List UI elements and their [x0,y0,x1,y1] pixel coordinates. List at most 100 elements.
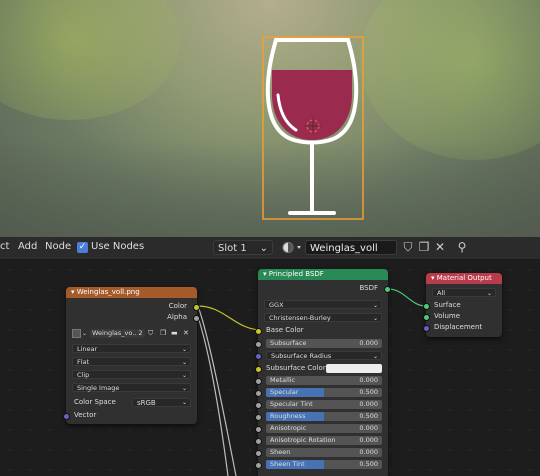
socket-vector-in[interactable] [63,413,70,420]
slot-dropdown[interactable]: Slot 1 ⌄ [213,240,273,255]
socket-color-out[interactable] [193,304,200,311]
color-space-row: Color Space sRGB ⌄ [66,397,197,408]
socket-anisotropic-rotation-in[interactable] [255,438,262,445]
input-volume: Volume [423,311,502,322]
output-color: Color [66,301,200,312]
close-icon[interactable]: ✕ [183,328,189,339]
output-target-dropdown[interactable]: All ⌄ [432,288,496,297]
subsurface-method-dropdown[interactable]: Christensen-Burley ⌄ [264,313,382,322]
socket-specular-in[interactable] [255,390,262,397]
field-label: Roughness [270,412,306,420]
close-icon[interactable]: ✕ [433,240,447,254]
extension-dropdown[interactable]: Clip ⌄ [72,370,191,379]
socket-subsurface-radius-in[interactable] [255,353,262,360]
duplicate-icon[interactable]: ❐ [417,240,431,254]
menu-node[interactable]: Node [45,241,71,252]
input-specular: Specular 0.500 [255,387,388,398]
node-editor-canvas[interactable]: ▾ Weinglas_voll.png Color Alpha ⌄ Weingl… [0,260,540,476]
field-value: 0.000 [359,436,378,444]
input-vector: Vector [63,410,197,421]
field-value: 0.500 [359,412,378,420]
use-nodes-label: Use Nodes [91,241,145,252]
wine-glass-object[interactable] [0,0,540,237]
shield-icon[interactable]: ⛉ [401,240,415,254]
subsurface-color-swatch[interactable] [326,364,382,373]
material-name-field[interactable]: Weinglas_voll [305,240,397,255]
pin-icon[interactable]: ⚲ [455,240,469,254]
input-roughness: Roughness 0.500 [255,411,388,422]
input-sheen-tint: Sheen Tint 0.500 [255,459,388,470]
image-node-title[interactable]: ▾ Weinglas_voll.png [66,287,197,298]
image-icon[interactable] [72,329,81,338]
image-name-field[interactable]: Weinglas_vo... [90,329,136,338]
socket-roughness-in[interactable] [255,414,262,421]
socket-bsdf-out[interactable] [384,286,391,293]
chevron-down-icon: ⌄ [372,302,378,309]
socket-sheen-in[interactable] [255,450,262,457]
image-texture-node[interactable]: ▾ Weinglas_voll.png Color Alpha ⌄ Weingl… [63,287,200,424]
chevron-down-icon: ⌄ [259,243,268,254]
chevron-down-icon: ⌄ [372,353,378,360]
users-count[interactable]: 2 [136,329,145,338]
output-alpha: Alpha [66,312,200,323]
folder-icon[interactable]: ▬ [171,328,178,339]
socket-surface-in[interactable] [423,303,430,310]
color-space-dropdown[interactable]: sRGB ⌄ [132,398,191,407]
sheen-tint-field[interactable]: Sheen Tint 0.500 [266,460,382,469]
shield-icon[interactable]: ⛉ [148,328,153,339]
input-base-color: Base Color [255,325,388,336]
subsurface-radius-dropdown[interactable]: Subsurface Radius ⌄ [266,351,382,360]
bsdf-node-title[interactable]: ▾ Principled BSDF [258,269,388,280]
socket-volume-in[interactable] [423,314,430,321]
field-value: 0.000 [359,400,378,408]
field-value: 0.500 [359,388,378,396]
specular-field[interactable]: Specular 0.500 [266,388,382,397]
principled-bsdf-node[interactable]: ▾ Principled BSDF BSDF GGX ⌄ Christensen-… [255,269,391,476]
sheen-field[interactable]: Sheen 0.000 [266,448,382,457]
socket-subsurface-color-in[interactable] [255,366,262,373]
menu-add[interactable]: Add [18,241,37,252]
socket-sheen-tint-in[interactable] [255,462,262,469]
socket-subsurface-in[interactable] [255,341,262,348]
use-nodes-checkbox[interactable]: ✓ [77,242,88,253]
input-metallic: Metallic 0.000 [255,375,388,386]
metallic-field[interactable]: Metallic 0.000 [266,376,382,385]
output-node-title[interactable]: ▾ Material Output [426,273,502,284]
field-label: Specular Tint [270,400,313,408]
input-anisotropic-rotation: Anisotropic Rotation 0.000 [255,435,388,446]
material-browse-button[interactable] [280,240,304,255]
field-value: 0.500 [359,460,378,468]
source-dropdown[interactable]: Single Image ⌄ [72,383,191,392]
socket-alpha-out[interactable] [193,315,200,322]
field-label: Specular [270,388,299,396]
3d-viewport[interactable] [0,0,540,237]
socket-specular-tint-in[interactable] [255,402,262,409]
field-label: Anisotropic [270,424,307,432]
material-output-node[interactable]: ▾ Material Output All ⌄ Surface Volume Di… [423,273,502,337]
chevron-down-icon: ⌄ [181,399,187,406]
output-bsdf: BSDF [258,283,391,294]
roughness-field[interactable]: Roughness 0.500 [266,412,382,421]
socket-base-color-in[interactable] [255,328,262,335]
interpolation-dropdown[interactable]: Linear ⌄ [72,344,191,353]
field-label: Sheen [270,448,291,456]
chevron-down-icon: ⌄ [181,359,187,366]
input-surface: Surface [423,300,502,311]
input-specular-tint: Specular Tint 0.000 [255,399,388,410]
chevron-down-icon: ⌄ [486,290,492,297]
socket-displacement-in[interactable] [423,325,430,332]
projection-dropdown[interactable]: Flat ⌄ [72,357,191,366]
socket-anisotropic-in[interactable] [255,426,262,433]
distribution-dropdown[interactable]: GGX ⌄ [264,300,382,309]
input-sheen: Sheen 0.000 [255,447,388,458]
subsurface-field[interactable]: Subsurface 0.000 [266,339,382,348]
duplicate-icon[interactable]: ❐ [160,328,166,339]
field-value: 0.000 [359,424,378,432]
anisotropic-rotation-field[interactable]: Anisotropic Rotation 0.000 [266,436,382,445]
anisotropic-field[interactable]: Anisotropic 0.000 [266,424,382,433]
menu-view[interactable]: ct [0,241,9,252]
chevron-down-icon: ⌄ [82,330,88,337]
socket-metallic-in[interactable] [255,378,262,385]
field-label: Anisotropic Rotation [270,436,336,444]
specular-tint-field[interactable]: Specular Tint 0.000 [266,400,382,409]
